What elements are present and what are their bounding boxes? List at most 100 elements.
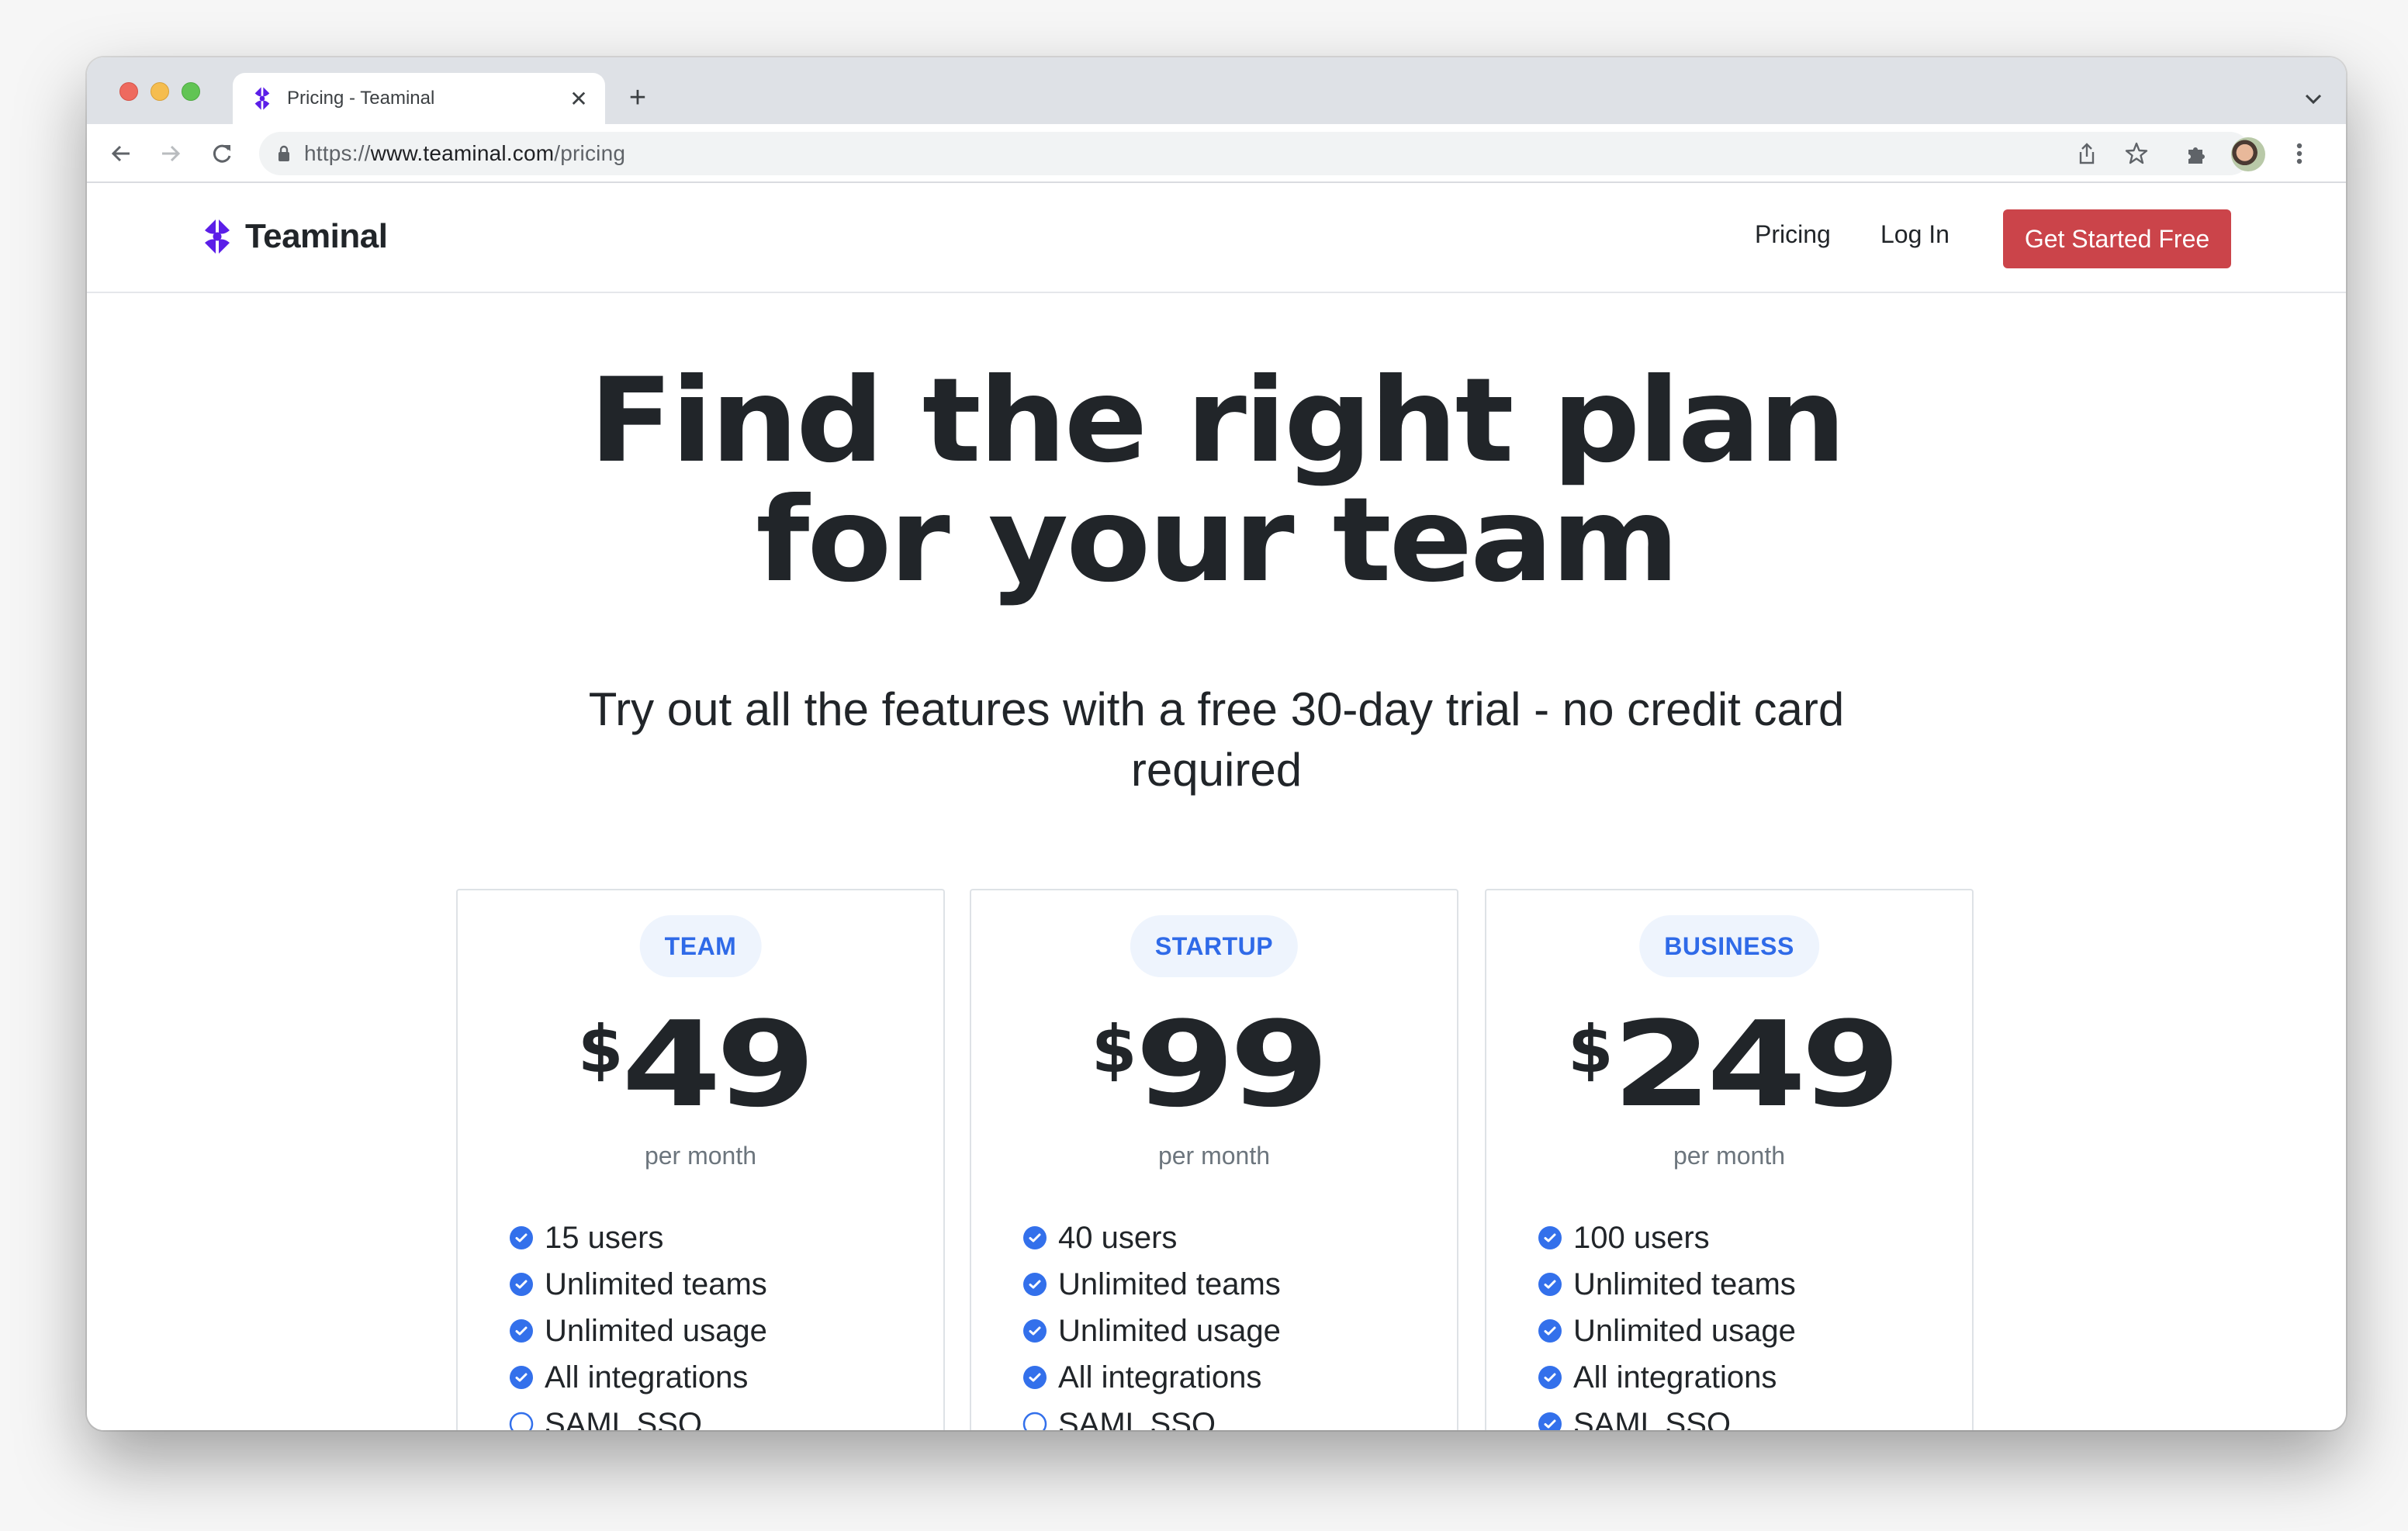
plus-icon[interactable]: + [622, 81, 653, 114]
get-started-button[interactable]: Get Started Free [2003, 209, 2231, 268]
price-amount: 249 [1611, 996, 1901, 1133]
feature-label: Unlimited usage [1058, 1313, 1281, 1348]
browser-tab-active[interactable]: Pricing - Teaminal ✕ [233, 73, 605, 124]
check-circle-icon [1023, 1273, 1047, 1296]
feature-item: Unlimited usage [509, 1308, 767, 1354]
check-circle-icon [510, 1366, 533, 1389]
feature-label: 40 users [1058, 1220, 1178, 1255]
teaminal-logo-icon [205, 219, 230, 254]
check-circle-icon [1023, 1226, 1047, 1249]
feature-item: 15 users [509, 1215, 767, 1261]
chevron-down-icon[interactable] [2298, 84, 2329, 115]
feature-item: SAML SSO [509, 1401, 767, 1430]
feature-item: Unlimited usage [1022, 1308, 1281, 1354]
feature-label: Unlimited usage [1573, 1313, 1796, 1348]
teaminal-favicon-icon [254, 87, 270, 110]
check-circle-icon [1023, 1319, 1047, 1343]
check-circle-icon [510, 1273, 533, 1296]
plan-price: $ 249 [1486, 996, 1972, 1133]
nav-link-pricing[interactable]: Pricing [1755, 220, 1831, 249]
feature-item: Unlimited teams [1022, 1261, 1281, 1308]
page-title-line-1: Find the right plan [589, 354, 1846, 489]
plan-card-startup: STARTUP $ 99 per month 40 users Unlimited… [970, 889, 1458, 1430]
feature-label: 15 users [545, 1220, 664, 1255]
close-icon[interactable]: ✕ [563, 83, 594, 114]
feature-item: Unlimited usage [1538, 1308, 1796, 1354]
feature-item: All integrations [509, 1354, 767, 1401]
maximize-window-button[interactable] [182, 82, 200, 101]
check-circle-icon [510, 1226, 533, 1249]
feature-label: SAML SSO [1573, 1406, 1732, 1431]
feature-list: 100 users Unlimited teams Unlimited usage A… [1538, 1215, 1796, 1430]
feature-item: 40 users [1022, 1215, 1281, 1261]
pricing-plans: TEAM $ 49 per month 15 users Unlimited te… [456, 889, 1977, 1430]
check-circle-icon [1023, 1366, 1047, 1389]
share-icon[interactable] [2071, 138, 2102, 169]
address-bar[interactable]: https://www.teaminal.com/pricing [259, 132, 2251, 175]
browser-window: Pricing - Teaminal ✕ + https://www.teami… [87, 57, 2346, 1430]
feature-item: All integrations [1538, 1354, 1796, 1401]
url-host: www.teaminal.com [370, 141, 555, 165]
brand-link[interactable]: Teaminal [199, 217, 388, 256]
check-circle-icon [1538, 1412, 1562, 1430]
feature-item: SAML SSO [1538, 1401, 1796, 1430]
lock-icon [279, 145, 289, 161]
page-title-line-2: for your team [756, 473, 1680, 608]
check-circle-icon [1538, 1226, 1562, 1249]
empty-circle-icon [1022, 1412, 1047, 1430]
price-amount: 49 [621, 996, 816, 1133]
check-circle-icon [510, 1319, 533, 1343]
feature-item: SAML SSO [1022, 1401, 1281, 1430]
price-amount: 99 [1135, 996, 1330, 1133]
tab-strip: Pricing - Teaminal ✕ + [87, 57, 2346, 124]
puzzle-icon[interactable] [2180, 137, 2214, 171]
address-toolbar: https://www.teaminal.com/pricing [87, 124, 2346, 183]
plan-card-business: BUSINESS $ 249 per month 100 users Unlimi… [1485, 889, 1974, 1430]
feature-list: 40 users Unlimited teams Unlimited usage Al… [1022, 1215, 1281, 1430]
page-content: Teaminal Pricing Log In Get Started Free… [87, 183, 2346, 1430]
feature-label: Unlimited usage [545, 1313, 767, 1348]
price-period: per month [1157, 1142, 1271, 1170]
check-circle-icon [1538, 1273, 1562, 1296]
price-period: per month [1673, 1142, 1786, 1170]
price-currency: $ [578, 1011, 623, 1087]
feature-label: Unlimited teams [545, 1267, 767, 1301]
feature-item: Unlimited teams [509, 1261, 767, 1308]
feature-label: All integrations [1058, 1360, 1262, 1394]
empty-circle-icon [509, 1412, 534, 1430]
feature-list: 15 users Unlimited teams Unlimited usage Al… [509, 1215, 767, 1430]
url-text[interactable]: https://www.teaminal.com/pricing [304, 141, 625, 166]
brand-name: Teaminal [245, 217, 388, 255]
feature-item: All integrations [1022, 1354, 1281, 1401]
feature-label: Unlimited teams [1573, 1267, 1796, 1301]
close-window-button[interactable] [119, 82, 138, 101]
tab-title: Pricing - Teaminal [287, 88, 435, 109]
nav-link-login[interactable]: Log In [1880, 220, 1950, 249]
plan-badge: STARTUP [1130, 915, 1299, 977]
reload-icon[interactable] [205, 137, 239, 171]
feature-label: SAML SSO [545, 1406, 703, 1431]
feature-item: Unlimited teams [1538, 1261, 1796, 1308]
site-header: Teaminal Pricing Log In Get Started Free [87, 183, 2346, 293]
feature-label: SAML SSO [1058, 1406, 1216, 1431]
avatar[interactable] [2231, 137, 2265, 171]
feature-label: All integrations [545, 1360, 749, 1394]
check-circle-icon [1538, 1366, 1562, 1389]
check-circle-icon [1538, 1319, 1562, 1343]
star-icon[interactable] [2121, 138, 2152, 169]
feature-label: 100 users [1573, 1220, 1710, 1255]
plan-badge: BUSINESS [1639, 915, 1819, 977]
feature-item: 100 users [1538, 1215, 1796, 1261]
kebab-menu-icon[interactable] [2282, 137, 2316, 171]
page-subtitle: Try out all the features with a free 30-… [588, 683, 1845, 796]
arrow-left-icon[interactable] [104, 137, 138, 171]
page-title: Find the right plan for your team [87, 361, 2346, 600]
price-currency: $ [1568, 1011, 1613, 1087]
plan-badge: TEAM [639, 915, 762, 977]
minimize-window-button[interactable] [150, 82, 169, 101]
price-period: per month [644, 1142, 757, 1170]
url-scheme: https:// [304, 141, 371, 165]
plan-card-team: TEAM $ 49 per month 15 users Unlimited te… [456, 889, 945, 1430]
arrow-right-icon[interactable] [154, 137, 188, 171]
plan-price: $ 49 [458, 996, 943, 1133]
